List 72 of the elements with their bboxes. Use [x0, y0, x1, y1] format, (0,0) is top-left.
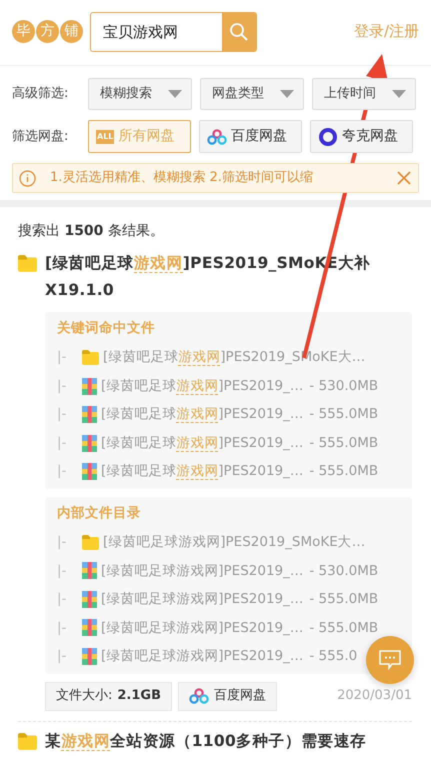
tree-marker: |-	[57, 405, 68, 424]
search-field[interactable]: 宝贝游戏网	[90, 12, 257, 52]
result-title[interactable]: 某游戏网全站资源（1100多种子）需要速存	[45, 728, 366, 754]
archive-icon	[82, 562, 97, 580]
file-name: [绿茵吧足球游戏网]PES2019_…	[101, 434, 304, 454]
archive-icon	[82, 463, 97, 480]
filter-label: 筛选网盘:	[12, 128, 70, 146]
tree-marker: |-	[57, 376, 68, 396]
chat-icon	[379, 650, 401, 670]
search-icon	[229, 22, 249, 42]
logo-char: 方	[36, 20, 59, 43]
all-icon: ALL	[96, 130, 114, 144]
logo-char: 铺	[60, 20, 83, 43]
folder-icon	[82, 534, 99, 550]
folder-icon	[18, 255, 37, 272]
file-name: [绿茵吧足球游戏网]PES2019_…	[101, 562, 304, 581]
archive-icon	[82, 619, 97, 636]
filter-dropdown[interactable]: 上传时间	[312, 78, 416, 110]
folder-icon	[18, 732, 37, 750]
file-name: [绿茵吧足球游戏网]PES2019_…	[101, 647, 304, 666]
tree-marker: |-	[57, 562, 68, 581]
file-name: [绿茵吧足球游戏网]PES2019_…	[101, 376, 304, 396]
file-size: - 555.0MB	[309, 590, 378, 610]
caret-icon	[168, 90, 182, 98]
file-size: - 555.0	[309, 647, 358, 666]
caret-icon	[392, 90, 406, 98]
file-size: - 555.0MB	[309, 618, 378, 638]
file-size: - 555.0MB	[309, 434, 378, 453]
file-size: - 555.0MB	[309, 405, 378, 424]
tree-marker: |-	[57, 434, 68, 453]
file-name: [绿茵吧足球游戏网]PES2019_SMoKE大…	[103, 533, 366, 552]
file-name: [绿茵吧足球游戏网]PES2019_…	[101, 462, 304, 482]
caret-icon	[280, 90, 294, 98]
search-button[interactable]	[222, 13, 256, 51]
filter-dropdown[interactable]: 网盘类型	[200, 78, 304, 110]
file-size: - 530.0MB	[309, 376, 378, 396]
info-icon	[19, 170, 36, 186]
archive-icon	[82, 406, 97, 423]
filter-dropdown[interactable]: 模糊搜索	[88, 78, 192, 110]
size-tag: 文件大小:2.1GB	[45, 682, 172, 710]
tree-marker: |-	[57, 647, 68, 666]
search-input[interactable]: 宝贝游戏网	[91, 13, 222, 51]
archive-icon	[82, 648, 97, 665]
tree-marker: |-	[57, 462, 68, 482]
filter-label: 高级筛选:	[12, 85, 70, 104]
tree-marker: |-	[57, 348, 68, 368]
file-name: [绿茵吧足球游戏网]PES2019_…	[101, 618, 304, 638]
result-count: 搜索出 1500 条结果。	[18, 222, 165, 241]
tree-marker: |-	[57, 618, 68, 638]
file-name: [绿茵吧足球游戏网]PES2019_SMoKE大…	[103, 348, 366, 368]
cloud-rings-icon	[189, 688, 209, 704]
upload-date: 2020/03/01	[337, 687, 412, 706]
archive-icon	[82, 434, 97, 452]
disk-filter-button[interactable]: 百度网盘	[199, 120, 302, 153]
close-icon[interactable]	[396, 170, 412, 186]
tree-marker: |-	[57, 533, 68, 552]
cloud-rings-icon	[207, 128, 227, 144]
ring-icon	[318, 126, 338, 146]
folder-icon	[82, 350, 99, 365]
archive-icon	[82, 378, 97, 394]
file-size: - 555.0MB	[309, 462, 378, 482]
section-heading: 关键词命中文件	[57, 319, 156, 338]
section-heading: 内部文件目录	[57, 504, 142, 523]
archive-icon	[82, 590, 97, 608]
file-size: - 530.0MB	[309, 562, 378, 581]
file-name: [绿茵吧足球游戏网]PES2019_…	[101, 405, 304, 425]
disk-filter-button[interactable]: 夸克网盘	[310, 120, 413, 153]
disk-label: 百度网盘	[214, 687, 266, 706]
tree-marker: |-	[57, 590, 68, 610]
file-name: [绿茵吧足球游戏网]PES2019_…	[101, 590, 304, 610]
notice-text: 1.灵活选用精准、模糊搜索 2.筛选时间可以缩	[50, 169, 314, 188]
logo-char: 毕	[12, 20, 35, 43]
